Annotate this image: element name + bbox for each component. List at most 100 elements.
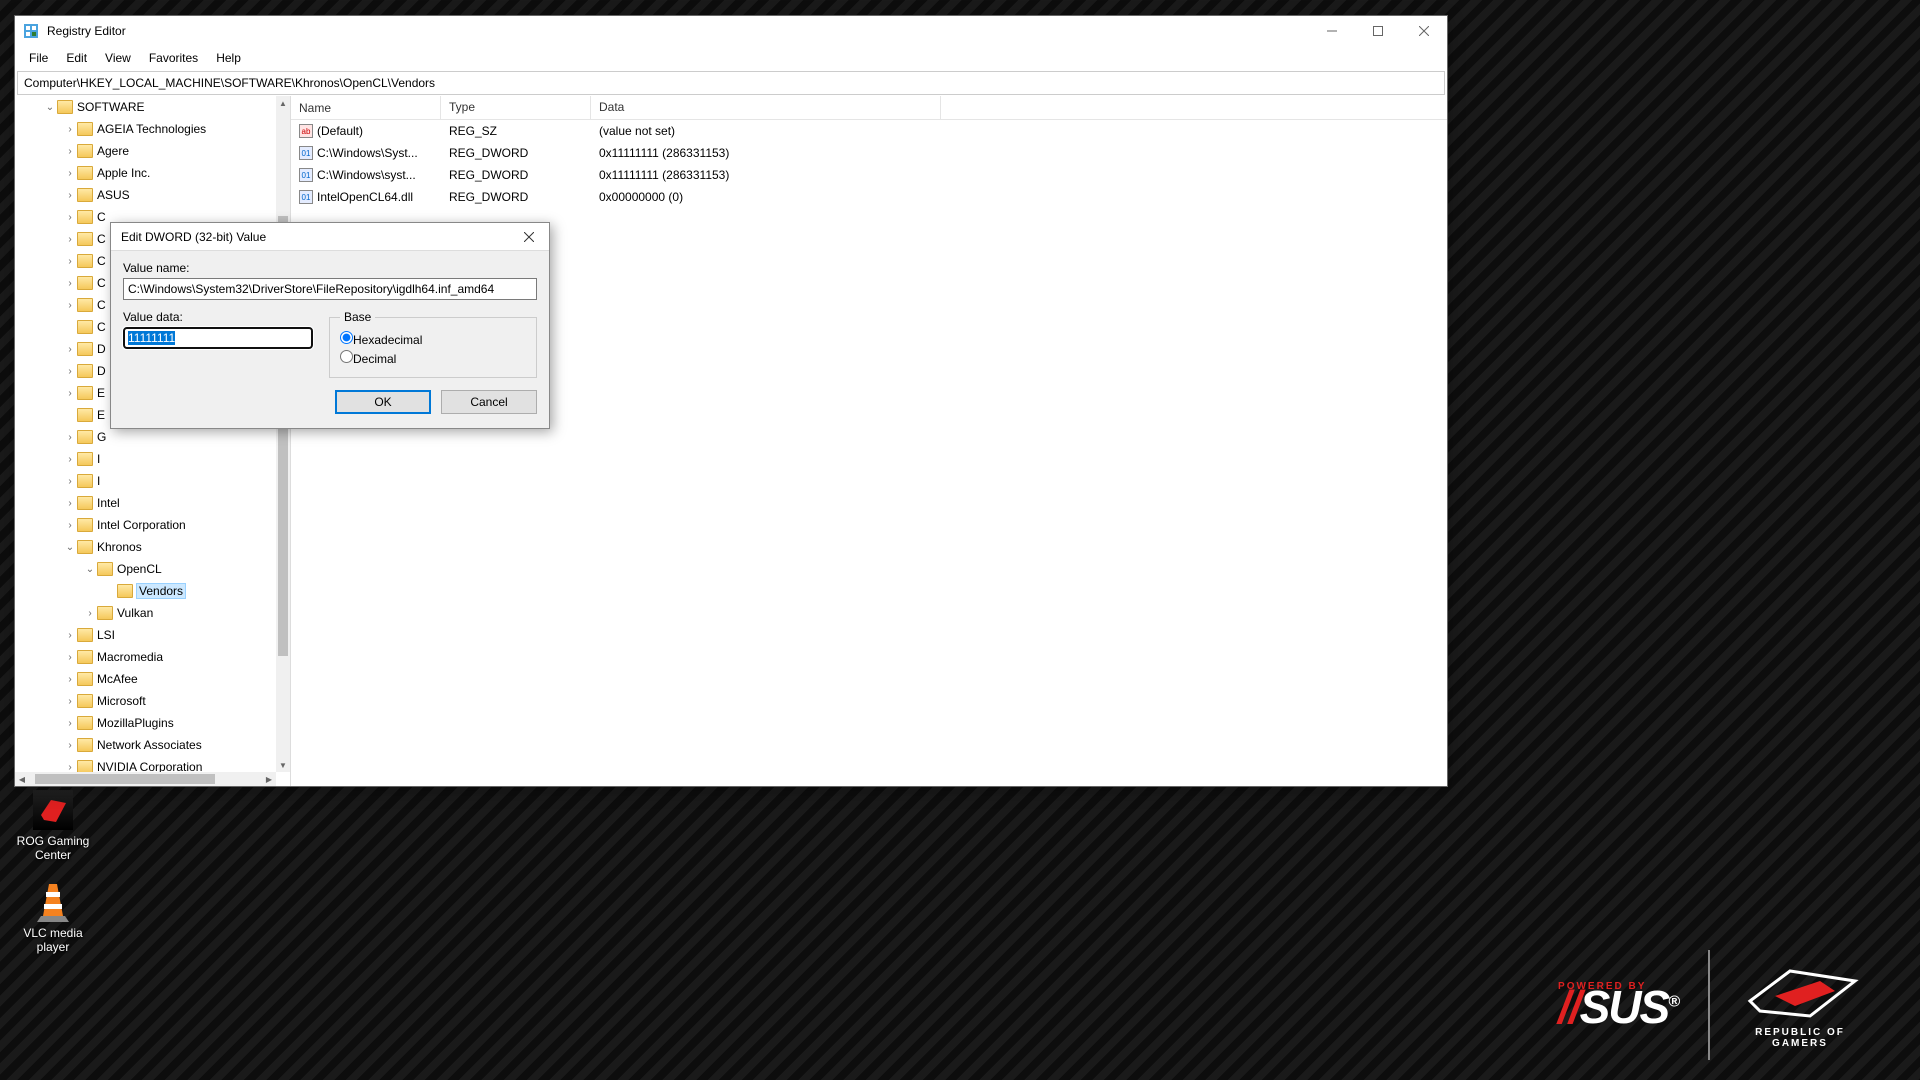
expand-icon[interactable]: › [63,168,77,179]
tree-hscrollbar[interactable]: ◀ ▶ [15,772,276,786]
tree-item[interactable]: ›Microsoft [15,690,276,712]
desktop-icon-label: ROG Gaming Center [8,834,98,862]
tree-item[interactable]: ›G [15,426,276,448]
tree-item[interactable]: ›Intel [15,492,276,514]
tree-item[interactable]: ›LSI [15,624,276,646]
tree-item[interactable]: ›Intel Corporation [15,514,276,536]
expand-icon[interactable]: › [63,366,77,377]
dialog-titlebar[interactable]: Edit DWORD (32-bit) Value [111,223,549,251]
tree-item[interactable]: ›MozillaPlugins [15,712,276,734]
tree-item[interactable]: ›I [15,448,276,470]
expand-icon[interactable]: › [63,718,77,729]
tree-item[interactable]: ›ASUS [15,184,276,206]
tree-item[interactable]: ›Vulkan [15,602,276,624]
folder-icon [77,386,93,400]
expand-icon[interactable]: › [63,256,77,267]
menu-help[interactable]: Help [208,49,249,67]
expand-icon[interactable]: › [63,498,77,509]
list-header[interactable]: Name Type Data [291,96,1447,120]
folder-icon [77,188,93,202]
expand-icon[interactable]: › [63,520,77,531]
radio-dec-input[interactable] [340,350,353,363]
list-row[interactable]: ab(Default)REG_SZ(value not set) [291,120,1447,142]
radio-hex[interactable]: Hexadecimal [340,331,526,347]
tree-item[interactable]: ›Apple Inc. [15,162,276,184]
expand-icon[interactable]: › [63,190,77,201]
expand-icon[interactable]: › [63,278,77,289]
scroll-thumb[interactable] [35,774,215,784]
maximize-button[interactable] [1355,16,1401,46]
col-data[interactable]: Data [591,96,941,119]
radio-dec[interactable]: Decimal [340,350,526,366]
tree-item-label: I [97,452,100,466]
expand-icon[interactable]: › [63,124,77,135]
expand-icon[interactable]: › [63,388,77,399]
scroll-left-icon[interactable]: ◀ [15,772,29,786]
minimize-button[interactable] [1309,16,1355,46]
desktop-icon-rog[interactable]: ROG Gaming Center [8,790,98,862]
col-type[interactable]: Type [441,96,591,119]
folder-icon [77,364,93,378]
titlebar[interactable]: Registry Editor [15,16,1447,46]
close-button[interactable] [1401,16,1447,46]
expand-icon[interactable]: › [63,674,77,685]
dialog-close-button[interactable] [509,223,549,251]
menu-edit[interactable]: Edit [58,49,95,67]
expand-icon[interactable]: › [63,146,77,157]
base-legend: Base [340,310,375,324]
tree-item[interactable]: ›McAfee [15,668,276,690]
tree-item[interactable]: ›Macromedia [15,646,276,668]
expand-icon[interactable]: › [63,432,77,443]
tree-item[interactable]: ›Network Associates [15,734,276,756]
tree-item-label: Agere [97,144,129,158]
expand-icon[interactable]: › [63,454,77,465]
expand-icon[interactable]: › [63,652,77,663]
tree-item[interactable]: Vendors [15,580,276,602]
address-bar[interactable]: Computer\HKEY_LOCAL_MACHINE\SOFTWARE\Khr… [17,71,1445,95]
tree-item[interactable]: ›I [15,470,276,492]
tree-vscrollbar[interactable]: ▲ ▼ [276,96,290,772]
expand-icon[interactable]: › [63,696,77,707]
tree-item[interactable]: ›NVIDIA Corporation [15,756,276,772]
tree-item-label: C [97,320,106,334]
expand-icon[interactable]: ⌄ [63,542,77,553]
expand-icon[interactable]: › [63,740,77,751]
desktop-icon-label: VLC media player [8,926,98,954]
tree-item[interactable]: › Agere [15,140,276,162]
expand-icon[interactable]: › [63,344,77,355]
expand-icon[interactable]: › [63,212,77,223]
value-list[interactable]: Name Type Data ab(Default)REG_SZ(value n… [291,96,1447,786]
menu-favorites[interactable]: Favorites [141,49,206,67]
tree-item-label: C [97,210,106,224]
folder-icon [77,518,93,532]
radio-hex-input[interactable] [340,331,353,344]
folder-icon [77,210,93,224]
list-row[interactable]: 01IntelOpenCL64.dllREG_DWORD0x00000000 (… [291,186,1447,208]
ok-button[interactable]: OK [335,390,431,414]
expand-icon[interactable]: › [83,608,97,619]
value-data-input[interactable] [123,327,313,349]
tree-item[interactable]: ›AGEIA Technologies [15,118,276,140]
list-row[interactable]: 01C:\Windows\Syst...REG_DWORD0x11111111 … [291,142,1447,164]
tree-item[interactable]: ⌄SOFTWARE [15,96,276,118]
expand-icon[interactable]: › [63,300,77,311]
col-name[interactable]: Name [291,96,441,119]
expand-icon[interactable]: › [63,762,77,773]
expand-icon[interactable]: › [63,234,77,245]
expand-icon[interactable]: › [63,476,77,487]
value-name-input[interactable] [123,278,537,300]
expand-icon[interactable]: › [63,630,77,641]
scroll-right-icon[interactable]: ▶ [262,772,276,786]
desktop-icon-vlc[interactable]: VLC media player [8,882,98,954]
tree-item[interactable]: ⌄Khronos [15,536,276,558]
scroll-down-icon[interactable]: ▼ [276,758,290,772]
list-row[interactable]: 01C:\Windows\syst...REG_DWORD0x11111111 … [291,164,1447,186]
scroll-up-icon[interactable]: ▲ [276,96,290,110]
menu-view[interactable]: View [97,49,139,67]
folder-icon [77,276,93,290]
expand-icon[interactable]: ⌄ [83,564,97,575]
registry-tree[interactable]: ⌄SOFTWARE›AGEIA Technologies›Agere›Apple… [15,96,291,786]
cancel-button[interactable]: Cancel [441,390,537,414]
tree-item[interactable]: ⌄OpenCL [15,558,276,580]
menu-file[interactable]: File [21,49,56,67]
